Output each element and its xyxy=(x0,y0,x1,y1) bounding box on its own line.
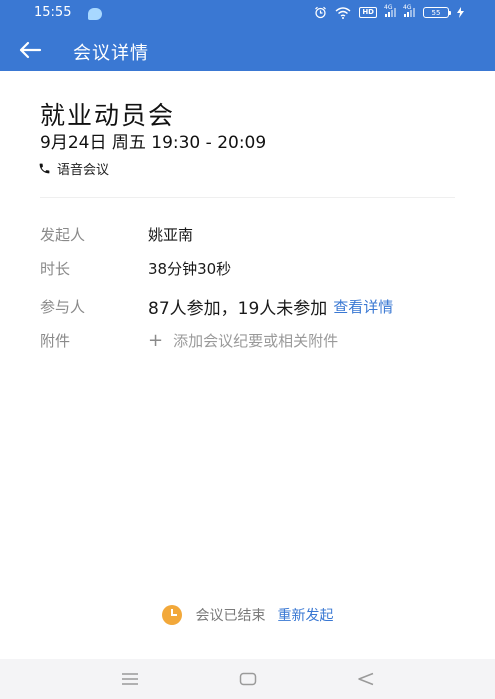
attachments-row: 附件 + 添加会议纪要或相关附件 xyxy=(40,330,470,351)
initiator-value: 姚亚南 xyxy=(148,226,194,244)
clock-icon xyxy=(161,605,182,625)
status-bar: 15:55 HD 4G 4G 55 xyxy=(0,0,495,30)
meeting-time: 9月24日 周五 19:30 - 20:09 xyxy=(40,133,267,153)
back-button[interactable] xyxy=(16,37,44,63)
participants-summary: 87人参加，19人未参加 xyxy=(148,299,328,319)
recent-apps-button[interactable] xyxy=(118,669,142,689)
plus-icon: + xyxy=(148,329,164,351)
home-icon xyxy=(239,672,257,686)
restart-meeting-button[interactable]: 重新发起 xyxy=(278,605,334,625)
charging-icon xyxy=(457,7,464,18)
add-attachment-button[interactable]: + 添加会议纪要或相关附件 xyxy=(148,330,338,351)
system-back-button[interactable] xyxy=(354,669,378,689)
signal-strength-icon: 4G xyxy=(384,4,396,17)
meeting-title: 就业动员会 xyxy=(40,101,176,130)
triangle-back-icon xyxy=(358,672,374,686)
alarm-icon xyxy=(315,6,327,19)
initiator-row: 发起人 姚亚南 xyxy=(40,224,470,245)
page-title: 会议详情 xyxy=(73,43,149,64)
participants-value: 87人参加，19人未参加 查看详情 xyxy=(148,294,393,319)
home-button[interactable] xyxy=(236,669,260,689)
view-details-link[interactable]: 查看详情 xyxy=(333,296,393,317)
divider xyxy=(40,197,455,198)
system-nav-bar xyxy=(0,659,495,699)
app-header: 15:55 HD 4G 4G 55 会议详情 xyxy=(0,0,495,71)
status-icons: HD 4G 4G 55 xyxy=(314,4,464,19)
duration-row: 时长 38分钟30秒 xyxy=(40,258,470,279)
wifi-icon xyxy=(335,6,351,19)
meeting-ended-bar: 会议已结束 重新发起 xyxy=(0,605,495,625)
signal-strength-icon: 4G xyxy=(403,4,415,17)
status-time: 15:55 xyxy=(34,5,72,20)
attachments-label: 附件 xyxy=(40,332,71,350)
battery-level: 55 xyxy=(431,8,441,17)
duration-label: 时长 xyxy=(40,260,71,278)
menu-icon xyxy=(122,673,138,685)
phone-icon xyxy=(39,163,50,174)
participants-row: 参与人 87人参加，19人未参加 查看详情 xyxy=(40,294,470,319)
meeting-type: 语音会议 xyxy=(38,159,109,178)
participants-label: 参与人 xyxy=(40,298,86,316)
battery-icon: 55 xyxy=(423,7,451,18)
meeting-type-label: 语音会议 xyxy=(57,163,110,178)
initiator-label: 发起人 xyxy=(40,226,86,244)
add-attachment-text: 添加会议纪要或相关附件 xyxy=(173,332,339,350)
duration-value: 38分钟30秒 xyxy=(148,260,232,278)
arrow-left-icon xyxy=(19,41,42,59)
hd-voice-badge: HD xyxy=(359,7,377,18)
meeting-ended-text: 会议已结束 xyxy=(195,608,266,624)
chat-notification-icon xyxy=(88,8,102,20)
